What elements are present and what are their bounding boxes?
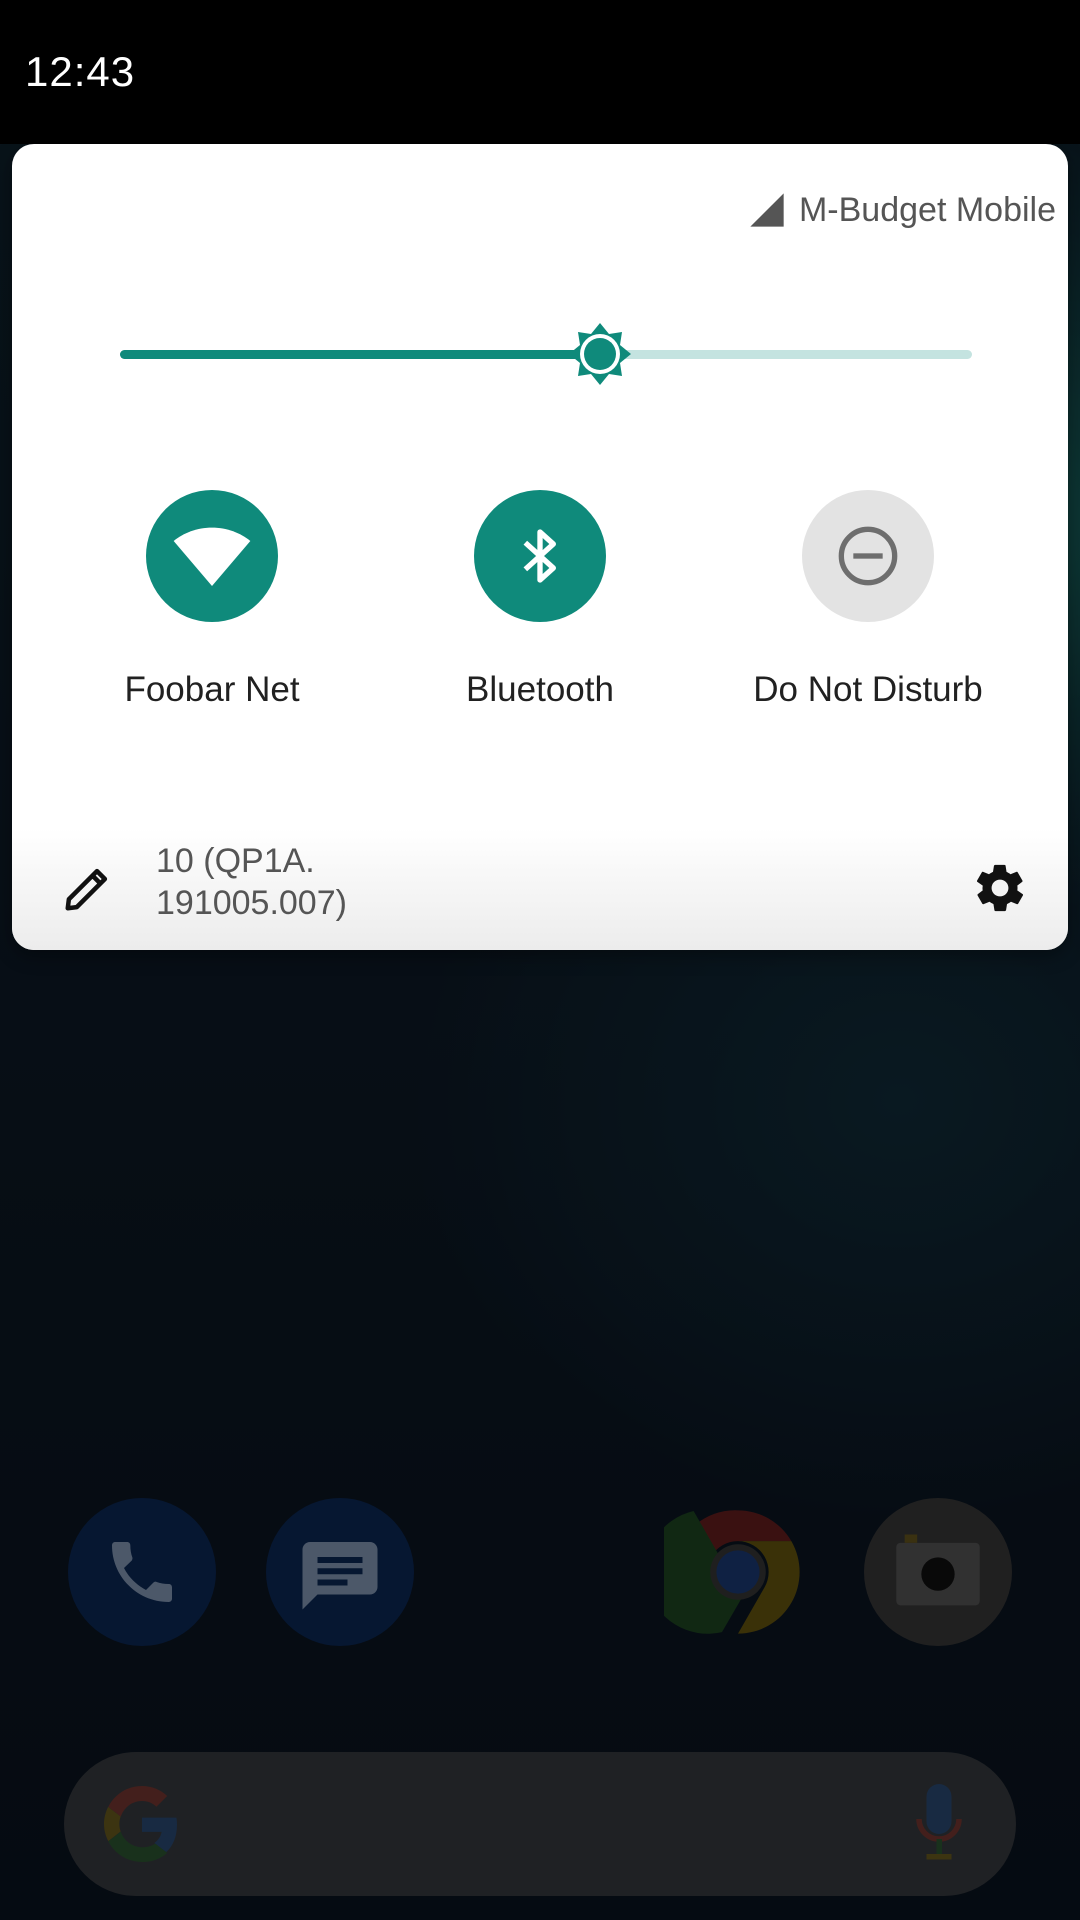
tile-wifi[interactable]: Foobar Net: [42, 490, 382, 740]
tile-bluetooth-label: Bluetooth: [466, 670, 614, 709]
build-line-1: 10 (QP1A.: [156, 842, 315, 880]
tile-bluetooth-toggle[interactable]: [474, 490, 606, 622]
brightness-fill: [120, 350, 600, 359]
settings-button[interactable]: [968, 856, 1032, 920]
quick-settings-panel: M-Budget Mobile Foobar Net Bluetooth Do …: [12, 144, 1068, 950]
tile-dnd-label: Do Not Disturb: [753, 670, 983, 709]
tile-dnd[interactable]: Do Not Disturb: [698, 490, 1038, 740]
do-not-disturb-icon: [838, 526, 898, 586]
quick-tiles: Foobar Net Bluetooth Do Not Disturb: [12, 490, 1068, 740]
quick-settings-footer: 10 (QP1A. 191005.007): [12, 828, 1068, 950]
build-number[interactable]: 10 (QP1A. 191005.007): [156, 840, 347, 924]
tile-wifi-toggle[interactable]: [146, 490, 278, 622]
edit-tiles-button[interactable]: [56, 856, 120, 920]
wifi-icon: [173, 527, 251, 586]
status-bar: 12:43: [0, 0, 1080, 144]
tile-wifi-label: Foobar Net: [124, 670, 300, 709]
carrier-info[interactable]: M-Budget Mobile: [747, 190, 1056, 230]
carrier-name: M-Budget Mobile: [798, 190, 1056, 229]
status-clock: 12:43: [25, 48, 136, 95]
bluetooth-icon: [523, 529, 556, 583]
gear-icon: [976, 864, 1024, 912]
build-line-2: 191005.007): [156, 884, 347, 922]
tile-dnd-toggle[interactable]: [802, 490, 934, 622]
brightness-thumb-icon[interactable]: [567, 321, 633, 387]
pencil-icon: [65, 868, 108, 911]
cell-signal-icon: [750, 193, 784, 227]
brightness-slider[interactable]: [120, 321, 972, 387]
tile-bluetooth[interactable]: Bluetooth: [370, 490, 710, 740]
